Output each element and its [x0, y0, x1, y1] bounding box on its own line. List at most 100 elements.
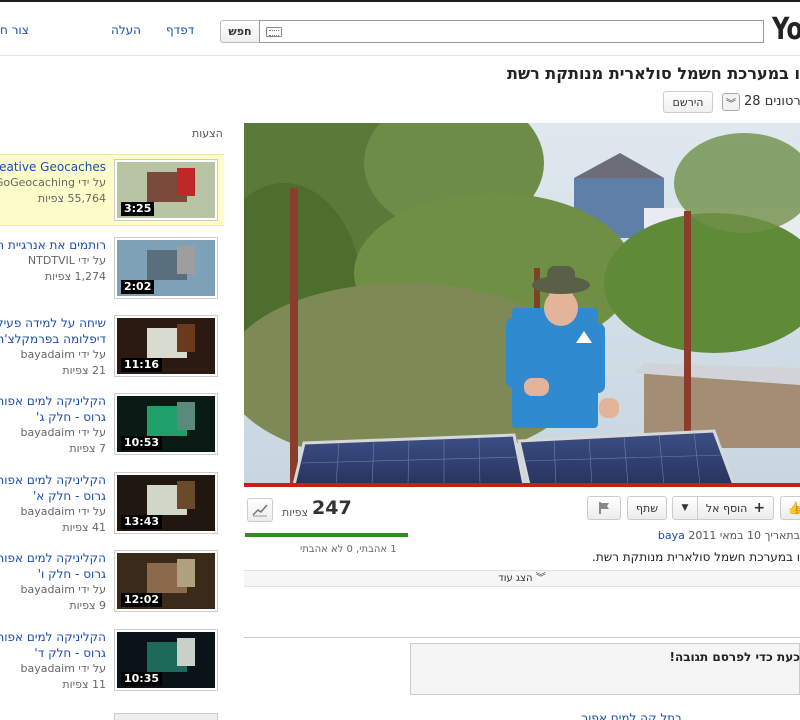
- thumbnail-image: 12:02: [117, 553, 215, 609]
- suggestion-uploader: על ידי bayadaim: [20, 426, 106, 439]
- duration-badge: 3:25: [121, 202, 155, 216]
- section-divider: [244, 637, 800, 638]
- show-more-button[interactable]: הצג עוד ︾: [244, 570, 800, 587]
- thumbnail-image: 3:25: [117, 162, 215, 218]
- like-button[interactable]: 👍: [780, 496, 800, 520]
- subscribe-button[interactable]: הירשם: [663, 91, 713, 113]
- plus-icon: +: [753, 500, 766, 516]
- suggestion-title[interactable]: הקליניקה למים אפור: [0, 550, 106, 566]
- suggestion-thumbnail[interactable]: 2:02: [114, 237, 218, 299]
- add-to-button[interactable]: הוסף אל +: [697, 496, 774, 520]
- suggestion-views: 7 צפיות: [69, 442, 106, 455]
- thumbnail-image: 10:53: [117, 396, 215, 452]
- suggestion-title[interactable]: גרוס - חלק ג': [0, 409, 106, 425]
- stats-button[interactable]: [247, 498, 273, 522]
- suggestion-thumbnail[interactable]: 10:35: [114, 629, 218, 691]
- suggestion-title[interactable]: שיחה על למידה פעיל: [0, 315, 106, 331]
- video-description: ו במערכת חשמל סולארית מנותקת רשת.: [592, 550, 800, 564]
- search-button[interactable]: חפש: [220, 20, 260, 43]
- uploader-link[interactable]: baya: [658, 529, 685, 542]
- suggestion-thumbnail[interactable]: 11:16: [114, 315, 218, 377]
- flag-icon: [599, 502, 609, 514]
- suggestion-uploader: על ידי bayadaim: [20, 662, 106, 675]
- video-player[interactable]: [244, 123, 800, 485]
- video-title: ו במערכת חשמל סולארית מנותקת רשת: [507, 64, 800, 83]
- suggestion-title[interactable]: הקליניקה למים אפור: [0, 472, 106, 488]
- suggestion-title[interactable]: רותמים את אנרגיית ה: [0, 237, 106, 253]
- next-suggestion-title[interactable]: בתל קה למים אפור: [581, 711, 682, 720]
- masthead: צור ח העלה דפדף חפש Yo: [0, 0, 800, 56]
- duration-badge: 2:02: [121, 280, 155, 294]
- suggestion-uploader: על ידי bayadaim: [20, 583, 106, 596]
- suggestion-thumbnail[interactable]: 13:43: [114, 472, 218, 534]
- suggestion-thumbnail[interactable]: 12:02: [114, 550, 218, 612]
- suggestion-item[interactable]: 2:02 רותמים את אנרגיית ה על ידי NTDTVIL 1,2…: [0, 233, 224, 305]
- suggestion-uploader: על ידי GoGeocaching: [0, 176, 106, 189]
- suggestion-title[interactable]: גרוס - חלק א': [0, 488, 106, 504]
- suggestion-item[interactable]: 10:53 הקליניקה למים אפור גרוס - חלק ג' על י…: [0, 389, 224, 461]
- keyboard-icon[interactable]: [266, 27, 282, 37]
- suggestion-views: 21 צפיות: [62, 364, 106, 377]
- view-count: 247: [312, 497, 352, 519]
- view-count-label: צפיות: [282, 506, 309, 519]
- suggestion-thumbnail[interactable]: 3:25: [114, 159, 218, 221]
- suggestion-item[interactable]: 12:02 הקליניקה למים אפור גרוס - חלק ו' על י…: [0, 546, 224, 618]
- suggestion-title[interactable]: הקליניקה למים אפור: [0, 629, 106, 645]
- upload-date: בתאריך 10 במאי 2011: [688, 529, 800, 542]
- next-suggestion-thumbnail[interactable]: [114, 713, 218, 720]
- suggestion-title[interactable]: הקליניקה למים אפור: [0, 393, 106, 409]
- suggestion-item[interactable]: 10:35 הקליניקה למים אפור גרוס - חלק ד' על י…: [0, 625, 224, 697]
- duration-badge: 11:16: [121, 358, 163, 372]
- duration-badge: 10:53: [121, 436, 163, 450]
- comment-prompt[interactable]: כעת כדי לפרסם תגובה!: [669, 650, 800, 664]
- suggestions-header: הצעות: [192, 127, 223, 140]
- search-input[interactable]: [259, 20, 764, 43]
- show-more-label: הצג עוד: [498, 573, 533, 584]
- duration-badge: 12:02: [121, 593, 163, 607]
- duration-badge: 13:43: [121, 515, 163, 529]
- add-to-label: הוסף אל: [705, 501, 748, 515]
- suggestion-title[interactable]: גרוס - חלק ו': [0, 566, 106, 582]
- video-count: 28 סרטונים: [744, 94, 800, 109]
- suggestion-item[interactable]: 3:25 reative Geocaches על ידי GoGeocaching…: [0, 154, 224, 226]
- suggestion-uploader: על ידי bayadaim: [20, 348, 106, 361]
- suggestion-item[interactable]: 11:16 שיחה על למידה פעיל דיפלומה בפרמקלצ'ר…: [0, 311, 224, 383]
- caret-down-icon: ▼: [681, 503, 689, 513]
- youtube-watch-page: צור ח העלה דפדף חפש Yo ו במערכת חשמל סול…: [0, 0, 800, 720]
- upload-info: בתאריך 10 במאי 2011 baya: [658, 529, 800, 542]
- suggestion-uploader: על ידי bayadaim: [20, 505, 106, 518]
- suggestion-thumbnail[interactable]: 10:53: [114, 393, 218, 455]
- thumbnail-image: 2:02: [117, 240, 215, 296]
- suggestion-uploader: על ידי NTDTVIL: [27, 254, 106, 267]
- chevron-down-icon: ︾: [535, 573, 546, 584]
- suggestion-views: 1,274 צפיות: [44, 270, 106, 283]
- thumbnail-image: 10:35: [117, 632, 215, 688]
- suggestion-title[interactable]: דיפלומה בפרמקלצ'ר: [0, 331, 106, 347]
- suggestion-views: 55,764 צפיות: [37, 192, 106, 205]
- video-progress-bar[interactable]: [244, 483, 800, 487]
- like-ratio-bar: [245, 533, 408, 537]
- suggestion-views: 41 צפיות: [62, 521, 106, 534]
- flag-button[interactable]: [587, 496, 621, 520]
- stats-icon: [252, 504, 268, 517]
- thumbnail-image: 13:43: [117, 475, 215, 531]
- likes-summary: 1 אהבתי, 0 לא אהבתי: [300, 544, 397, 555]
- suggestion-item[interactable]: 13:43 הקליניקה למים אפור גרוס - חלק א' על י…: [0, 468, 224, 540]
- video-frame: [244, 123, 800, 485]
- chevron-down-icon: ︾: [726, 98, 736, 110]
- suggestion-views: 9 צפיות: [69, 599, 106, 612]
- suggestion-title[interactable]: reative Geocaches: [0, 159, 106, 175]
- channel-expand-button[interactable]: ︾: [722, 93, 740, 111]
- duration-badge: 10:35: [121, 672, 163, 686]
- upload-link[interactable]: העלה: [111, 23, 141, 37]
- youtube-logo[interactable]: Yo: [772, 12, 800, 47]
- thumbs-up-icon: 👍: [787, 501, 800, 515]
- suggestion-views: 11 צפיות: [62, 678, 106, 691]
- top-border: [0, 0, 800, 2]
- thumbnail-image: 11:16: [117, 318, 215, 374]
- share-button[interactable]: שתף: [627, 496, 667, 520]
- create-link[interactable]: צור ח: [0, 23, 29, 37]
- add-to-dropdown[interactable]: ▼: [672, 496, 698, 520]
- suggestion-title[interactable]: גרוס - חלק ד': [0, 645, 106, 661]
- browse-link[interactable]: דפדף: [166, 23, 194, 37]
